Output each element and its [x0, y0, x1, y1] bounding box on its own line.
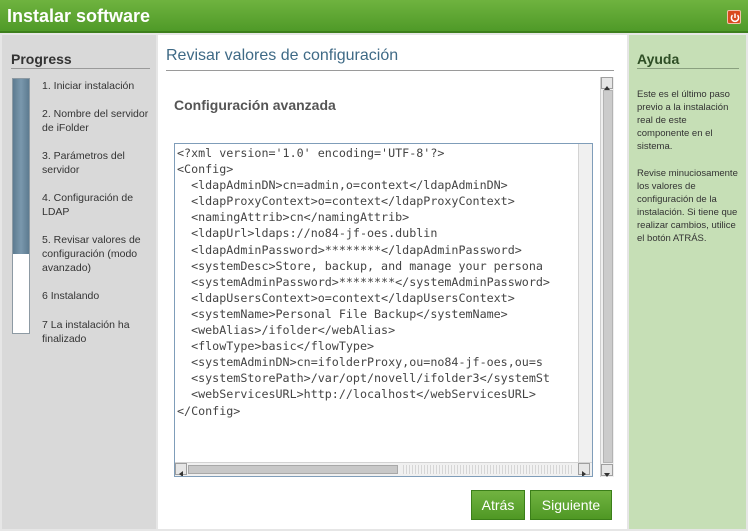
config-line: <ldapAdminPassword>********</ldapAdminPa…	[177, 242, 522, 257]
config-line: <webServicesURL>http://localhost</webSer…	[177, 387, 536, 402]
config-line: <webAlias>/ifolder</webAlias>	[177, 323, 396, 338]
config-xml-content: <?xml version='1.0' encoding='UTF-8'?> <C…	[177, 145, 577, 461]
progress-step-5: 5. Revisar valores de configuración (mod…	[42, 234, 141, 274]
progress-step-1: 1. Iniciar instalación	[42, 80, 135, 92]
arrow-left-icon	[179, 471, 183, 476]
config-line: <?xml version='1.0' encoding='UTF-8'?>	[177, 146, 445, 160]
config-vertical-scrollbar[interactable]	[578, 144, 592, 462]
page-title: Revisar valores de configuración	[166, 47, 399, 64]
config-line: <Config>	[177, 162, 234, 177]
config-line: <namingAttrib>cn</namingAttrib>	[177, 210, 410, 225]
progress-panel: Progress 1. Iniciar instalación 2. Nombr…	[2, 35, 156, 529]
help-panel: Ayuda Este es el último paso previo a la…	[629, 35, 746, 529]
arrow-down-icon	[604, 473, 610, 477]
next-button[interactable]: Siguiente	[530, 490, 612, 520]
config-horizontal-scrollbar[interactable]	[175, 462, 592, 476]
config-line: <systemName>Personal File Backup</system…	[177, 306, 508, 321]
config-line: <flowType>basic</flowType>	[177, 339, 375, 354]
progress-bar	[12, 78, 30, 334]
help-paragraph-2: Revise minuciosamente los valores de con…	[637, 168, 738, 244]
config-line: <systemStorePath>/var/opt/novell/ifolder…	[177, 371, 550, 386]
horizontal-scrollbar-thumb[interactable]	[188, 465, 398, 474]
config-line: </Config>	[177, 403, 241, 418]
help-paragraph-1: Este es el último paso previo a la insta…	[637, 89, 730, 152]
main-scrollbar-thumb[interactable]	[603, 90, 613, 463]
progress-step-4: 4. Configuración de LDAP	[42, 192, 134, 218]
progress-step-6: 6 Instalando	[42, 290, 100, 302]
config-line: <ldapProxyContext>o=context</ldapProxyCo…	[177, 194, 515, 209]
config-line: <ldapUrl>ldaps://no84-jf-oes.dublin	[177, 226, 438, 241]
power-icon[interactable]	[727, 10, 741, 24]
config-line: <systemAdminDN>cn=ifolderProxy,ou=no84-j…	[177, 355, 543, 370]
scrollbar-track	[403, 465, 573, 474]
config-line: <systemAdminPassword>********</systemAdm…	[177, 274, 550, 289]
scroll-down-button[interactable]	[601, 464, 613, 477]
arrow-right-icon	[582, 471, 586, 476]
window-title: Instalar software	[7, 6, 151, 26]
progress-step-7: 7 La instalación ha finalizado	[42, 319, 130, 345]
config-line: <ldapUsersContext>o=context</ldapUsersCo…	[177, 290, 515, 305]
config-xml-textarea[interactable]: <?xml version='1.0' encoding='UTF-8'?> <C…	[174, 143, 593, 477]
progress-bar-fill	[13, 79, 29, 255]
main-panel: Revisar valores de configuración Configu…	[158, 35, 627, 529]
progress-heading: Progress	[11, 51, 150, 69]
progress-step-2: 2. Nombre del servidor de iFolder	[42, 108, 149, 134]
back-button[interactable]: Atrás	[471, 490, 525, 520]
scroll-up-button[interactable]	[601, 77, 613, 90]
title-divider	[166, 70, 614, 71]
title-bar: Instalar software	[0, 0, 748, 33]
scroll-left-button[interactable]	[175, 463, 187, 476]
config-line: <ldapAdminDN>cn=admin,o=context</ldapAdm…	[177, 178, 508, 193]
advanced-config-heading: Configuración avanzada	[174, 97, 336, 113]
help-heading: Ayuda	[637, 51, 739, 69]
main-scrollbar[interactable]	[600, 77, 614, 477]
progress-step-3: 3. Parámetros del servidor	[42, 150, 125, 176]
scroll-right-button[interactable]	[578, 463, 590, 476]
config-line: <systemDesc>Store, backup, and manage yo…	[177, 258, 543, 273]
